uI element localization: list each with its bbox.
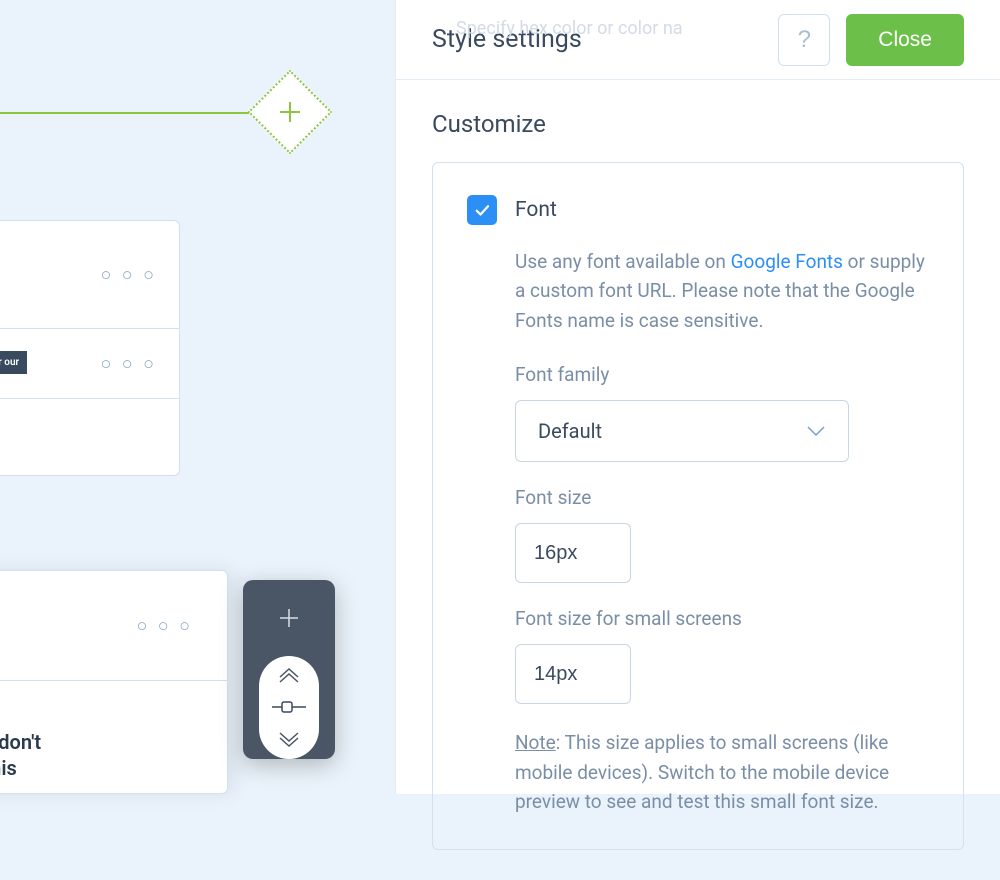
- add-node-diamond[interactable]: [248, 70, 333, 155]
- style-settings-panel: Specify hex color or color na Style sett…: [395, 0, 1000, 794]
- chevron-up-icon[interactable]: [277, 668, 301, 684]
- editor-canvas: ○ ○ ○ for our ○ ○ ○ ○ ○ ○ you don't at t…: [0, 0, 395, 794]
- font-checkbox[interactable]: [467, 195, 497, 225]
- text-badge: for our: [0, 351, 27, 374]
- panel-body: Customize Font Use any font available on…: [396, 80, 1000, 880]
- check-icon: [473, 201, 491, 219]
- close-button[interactable]: Close: [846, 14, 964, 66]
- chevron-down-icon: [806, 425, 826, 437]
- note-text: Note: This size applies to small screens…: [467, 728, 929, 816]
- font-size-input[interactable]: [515, 523, 631, 583]
- card-header: ○ ○ ○: [0, 221, 179, 329]
- more-icon[interactable]: ○ ○ ○: [136, 615, 193, 636]
- font-checkbox-label: Font: [515, 198, 557, 222]
- card-body-text: you don't at this: [0, 729, 41, 781]
- more-icon[interactable]: ○ ○ ○: [100, 264, 157, 285]
- field-label: Font size: [515, 486, 929, 509]
- section-title: Customize: [432, 110, 964, 138]
- google-fonts-link[interactable]: Google Fonts: [731, 250, 843, 273]
- font-family-select[interactable]: Default: [515, 400, 849, 462]
- nav-pill: [259, 656, 319, 759]
- field-label: Font family: [515, 363, 929, 386]
- font-family-field: Font family Default: [467, 363, 929, 462]
- slider-handle-icon[interactable]: [272, 698, 306, 717]
- canvas-card[interactable]: ○ ○ ○ you don't at this: [0, 570, 228, 794]
- font-size-small-field: Font size for small screens: [467, 607, 929, 704]
- card-header: ○ ○ ○: [0, 571, 227, 681]
- question-icon: ?: [798, 26, 811, 54]
- floating-toolbar: [243, 580, 335, 759]
- font-checkbox-row: Font: [467, 195, 929, 225]
- font-settings-box: Font Use any font available on Google Fo…: [432, 162, 964, 850]
- font-size-small-input[interactable]: [515, 644, 631, 704]
- canvas-card[interactable]: ○ ○ ○ for our ○ ○ ○: [0, 220, 180, 476]
- note-label: Note: [515, 731, 556, 754]
- chevron-down-icon[interactable]: [277, 731, 301, 747]
- connector-line: [0, 112, 268, 114]
- help-button[interactable]: ?: [778, 14, 830, 66]
- card-row: for our ○ ○ ○: [0, 329, 179, 399]
- font-description: Use any font available on Google Fonts o…: [467, 247, 929, 335]
- font-size-field: Font size: [467, 486, 929, 583]
- panel-title: Style settings: [432, 25, 582, 54]
- panel-header: Specify hex color or color na Style sett…: [396, 0, 1000, 80]
- select-value: Default: [538, 419, 602, 443]
- more-icon[interactable]: ○ ○ ○: [100, 353, 157, 374]
- field-label: Font size for small screens: [515, 607, 929, 630]
- add-button[interactable]: [243, 580, 335, 656]
